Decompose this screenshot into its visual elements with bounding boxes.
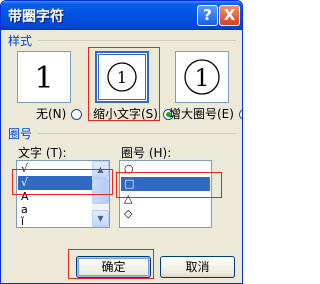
circled-one-glyph: 1 [107, 62, 137, 92]
radio-enlarge-circle-label: 增大圈号(E) [169, 107, 234, 121]
text-list-scrollbar[interactable]: ▲ ▼ [92, 161, 109, 227]
style-enlarge-circle-preview[interactable]: 1 [175, 51, 229, 103]
style-group-divider [38, 40, 236, 41]
radio-enlarge-circle[interactable]: 增大圈号(E) [169, 105, 242, 122]
enlarged-circled-one-glyph: 1 [184, 59, 220, 95]
radio-shrink-text[interactable]: 缩小文字(S) [93, 105, 174, 122]
list-item[interactable]: √ [18, 162, 92, 176]
scroll-up-icon[interactable]: ▲ [92, 161, 109, 178]
list-item[interactable]: A [18, 190, 92, 204]
text-listbox[interactable]: √ √ A a ǐ ▲ ▼ [16, 160, 110, 228]
list-item[interactable]: √ [18, 176, 92, 190]
plain-one-glyph: 1 [34, 61, 53, 96]
close-button[interactable]: X [219, 5, 240, 26]
cancel-button[interactable]: 取消 [160, 256, 235, 278]
circle-group-title: 圈号 [8, 127, 33, 141]
list-item[interactable]: ○ [121, 162, 210, 176]
list-item[interactable]: △ [121, 192, 210, 206]
scroll-down-icon[interactable]: ▼ [92, 210, 109, 227]
title-bar[interactable]: 带圈字符 ? X [1, 1, 242, 30]
style-shrink-text-preview[interactable]: 1 [95, 51, 149, 103]
scroll-thumb[interactable] [92, 178, 109, 204]
radio-enlarge-circle-indicator[interactable] [238, 109, 242, 120]
list-item[interactable]: ǐ [18, 215, 92, 227]
list-item[interactable]: ◇ [121, 207, 210, 221]
dialog-window: 带圈字符 ? X 样式 1 1 1 无(N) 缩小文字(S) 增大圈号(E) 圈… [0, 0, 243, 284]
radio-none-indicator[interactable] [71, 109, 83, 120]
list-item[interactable]: □ [121, 177, 210, 191]
radio-shrink-text-label: 缩小文字(S) [93, 107, 158, 121]
shape-list-label: 圈号 (H): [121, 146, 172, 160]
style-none-preview[interactable]: 1 [17, 51, 71, 103]
dialog-title: 带圈字符 [8, 9, 64, 25]
svg-text:1: 1 [194, 64, 209, 92]
ok-button[interactable]: 确定 [76, 256, 151, 278]
text-list-label: 文字 (T): [18, 146, 67, 160]
radio-none-label: 无(N) [36, 107, 67, 121]
style-group-title: 样式 [8, 34, 33, 48]
shape-listbox[interactable]: ○ □ △ ◇ [119, 160, 212, 228]
help-button[interactable]: ? [197, 5, 218, 26]
circle-group-divider [38, 133, 236, 134]
svg-text:1: 1 [34, 61, 53, 96]
svg-text:1: 1 [117, 68, 127, 87]
radio-none[interactable]: 无(N) [36, 105, 83, 122]
